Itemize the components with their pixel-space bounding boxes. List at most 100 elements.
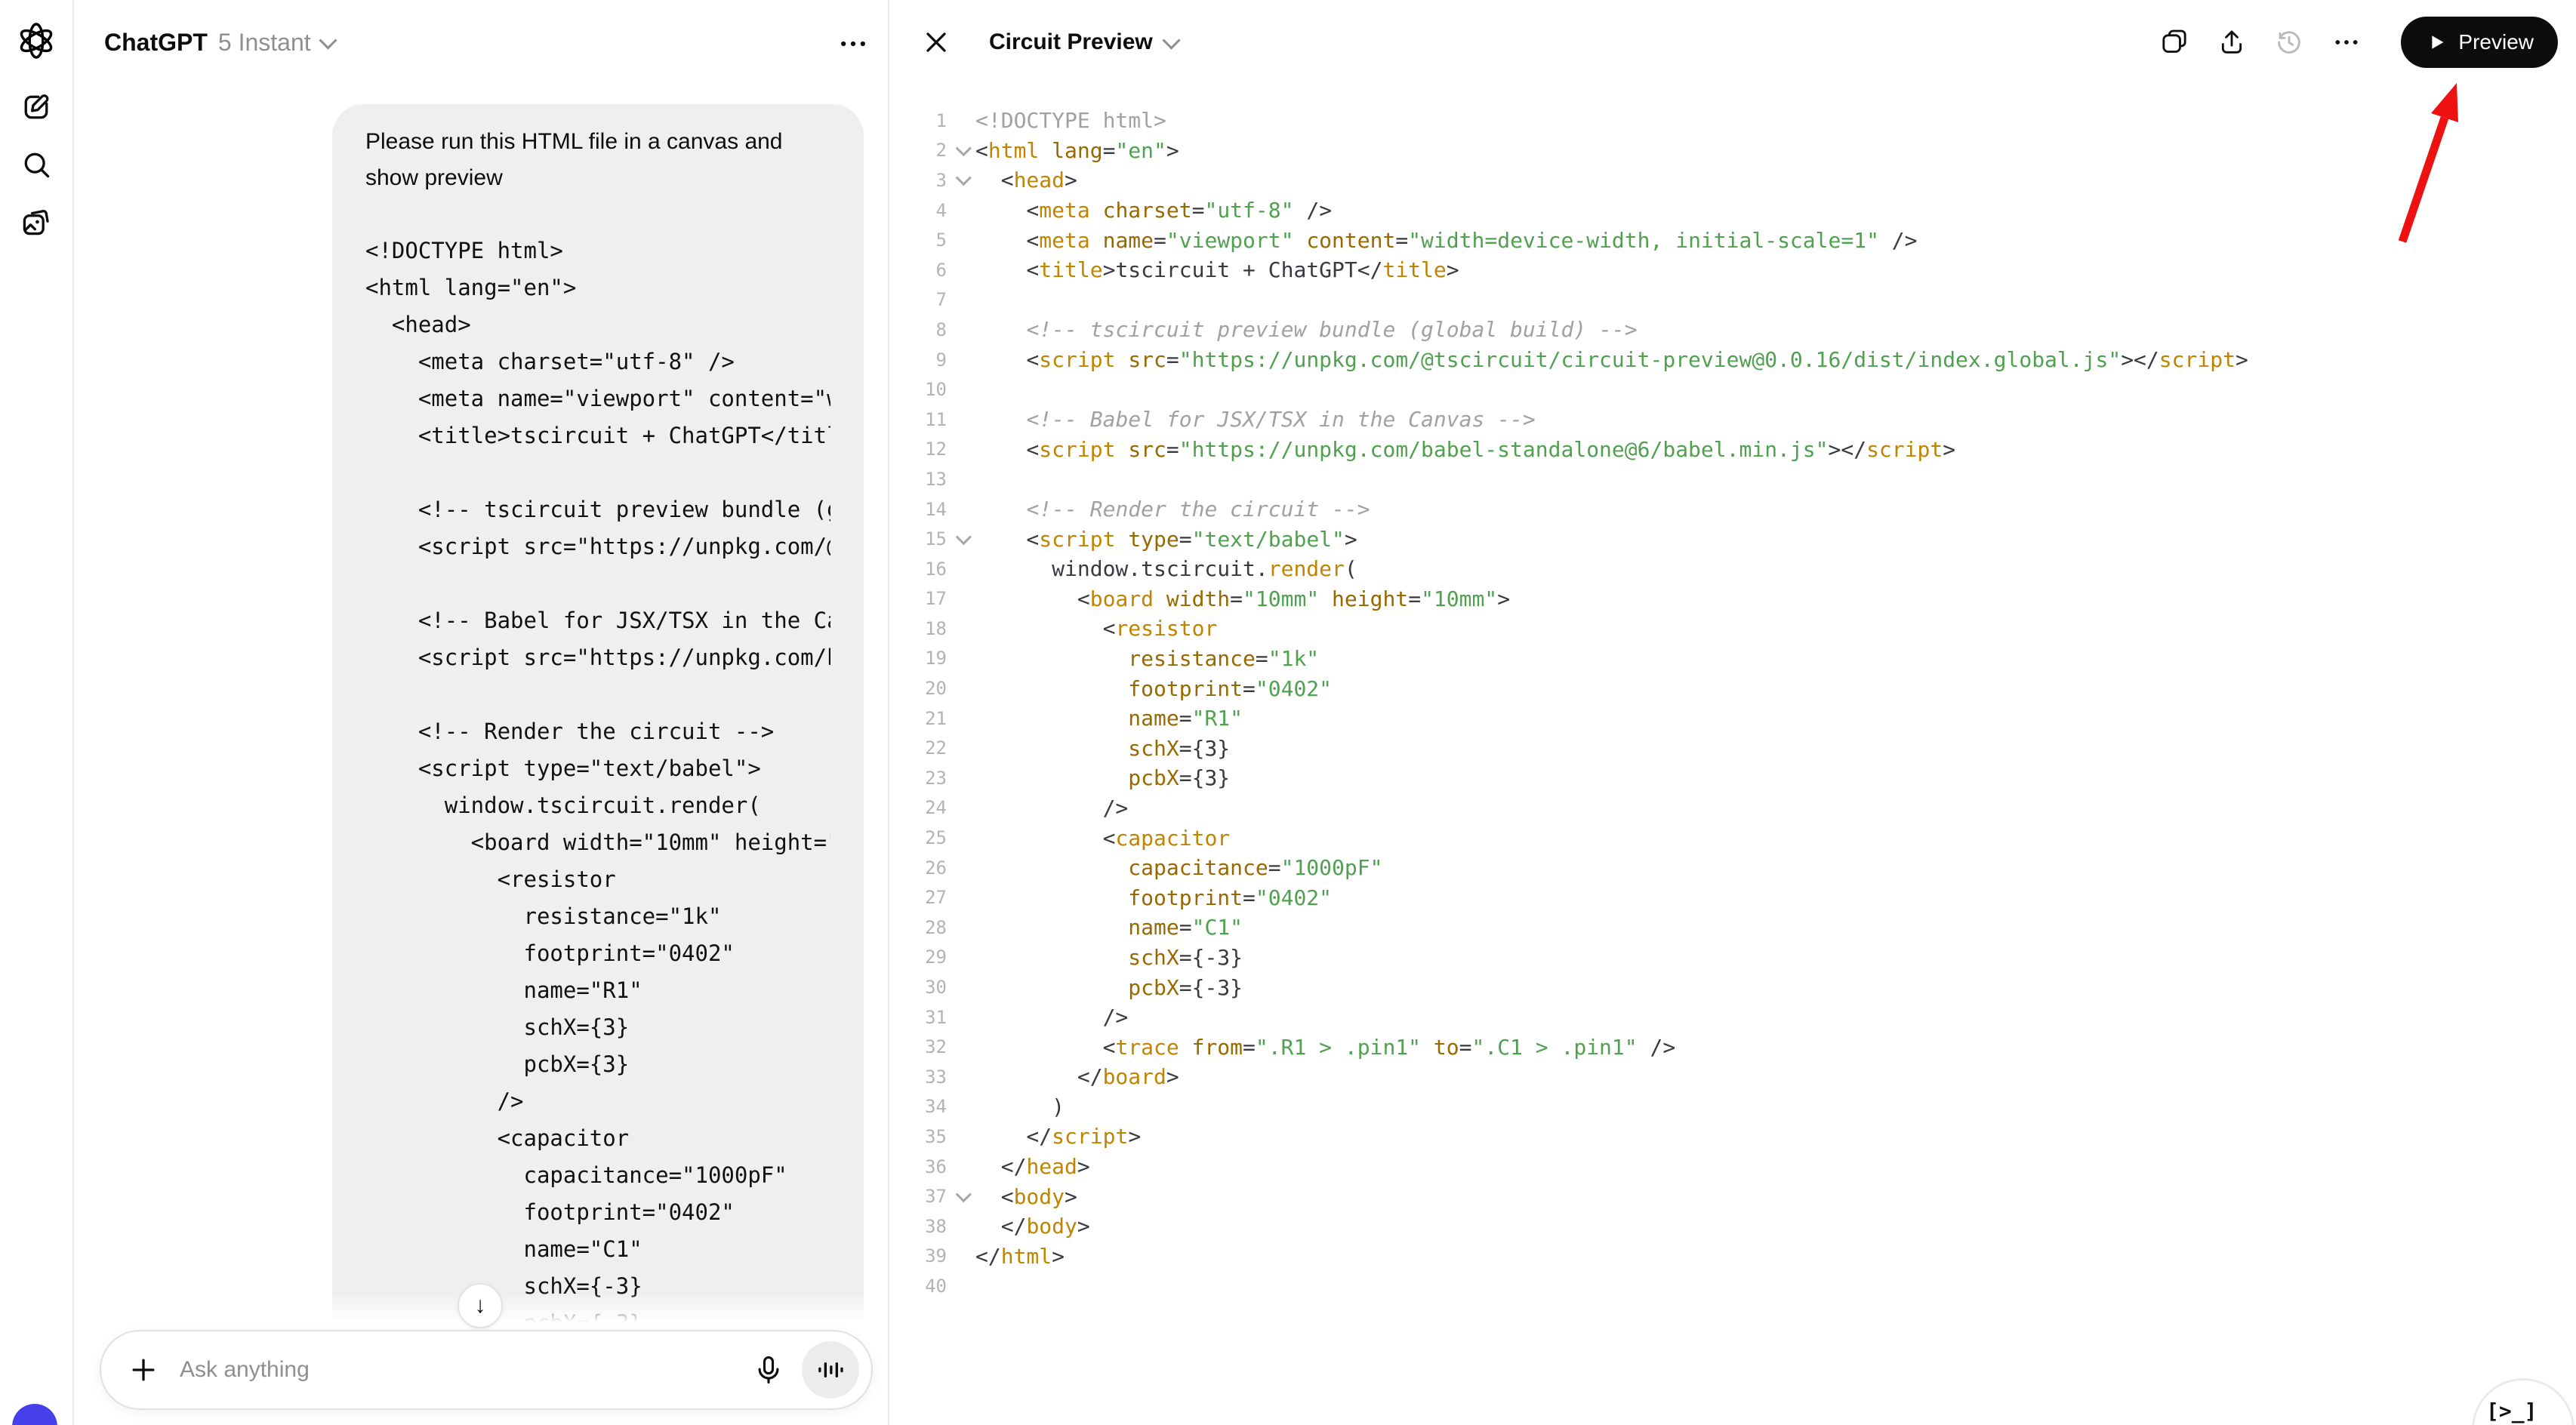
more-dots-icon xyxy=(837,27,870,60)
code-text: <head> xyxy=(975,168,1077,192)
line-number: 22 xyxy=(889,737,947,759)
canvas-title-dropdown[interactable]: Circuit Preview xyxy=(989,29,1178,55)
code-line[interactable]: 39</html> xyxy=(889,1242,2576,1272)
line-number: 23 xyxy=(889,768,947,789)
preview-button[interactable]: Preview xyxy=(2401,17,2558,68)
close-canvas-button[interactable] xyxy=(920,26,953,59)
code-line[interactable]: 40 xyxy=(889,1271,2576,1301)
canvas-more-button[interactable] xyxy=(2331,26,2365,59)
code-line[interactable]: 7 xyxy=(889,285,2576,315)
code-line[interactable]: 37 <body> xyxy=(889,1181,2576,1211)
fold-chevron-icon[interactable] xyxy=(947,534,975,545)
code-line[interactable]: 5 <meta name="viewport" content="width=d… xyxy=(889,225,2576,255)
code-line[interactable]: 6 <title>tscircuit + ChatGPT</title> xyxy=(889,255,2576,285)
code-line[interactable]: 29 schX={-3} xyxy=(889,943,2576,973)
code-line[interactable]: 4 <meta charset="utf-8" /> xyxy=(889,195,2576,226)
line-number: 21 xyxy=(889,708,947,729)
code-line[interactable]: 35 </script> xyxy=(889,1122,2576,1152)
code-line[interactable]: 12 <script src="https://unpkg.com/babel-… xyxy=(889,435,2576,465)
code-line[interactable]: 8 <!-- tscircuit preview bundle (global … xyxy=(889,315,2576,345)
new-chat-icon xyxy=(20,91,53,124)
code-line[interactable]: 16 window.tscircuit.render( xyxy=(889,554,2576,584)
code-line[interactable]: 34 ) xyxy=(889,1092,2576,1122)
attach-button[interactable] xyxy=(127,1353,160,1387)
code-line[interactable]: 14 <!-- Render the circuit --> xyxy=(889,494,2576,525)
code-text: footprint="0402" xyxy=(975,676,1332,701)
code-line[interactable]: 24 /> xyxy=(889,793,2576,823)
code-text: <script src="https://unpkg.com/@tscircui… xyxy=(975,347,2248,372)
code-line[interactable]: 20 footprint="0402" xyxy=(889,673,2576,703)
line-number: 14 xyxy=(889,499,947,520)
code-line[interactable]: 25 <capacitor xyxy=(889,823,2576,853)
code-text: <!-- Babel for JSX/TSX in the Canvas --> xyxy=(975,407,1536,432)
line-number: 30 xyxy=(889,977,947,998)
code-line[interactable]: 10 xyxy=(889,374,2576,405)
code-line[interactable]: 30 pcbX={-3} xyxy=(889,972,2576,1002)
code-line[interactable]: 18 <resistor xyxy=(889,614,2576,644)
fold-chevron-icon[interactable] xyxy=(947,1191,975,1202)
code-line[interactable]: 28 name="C1" xyxy=(889,913,2576,943)
search-button[interactable] xyxy=(20,148,53,181)
search-icon xyxy=(20,148,53,181)
code-line[interactable]: 23 pcbX={3} xyxy=(889,763,2576,793)
line-number: 6 xyxy=(889,260,947,281)
voice-waveform-icon xyxy=(815,1355,846,1385)
code-text: <title>tscircuit + ChatGPT</title> xyxy=(975,257,1459,282)
chat-more-button[interactable] xyxy=(837,27,870,60)
line-number: 31 xyxy=(889,1007,947,1028)
chevron-down-icon xyxy=(1162,31,1180,49)
code-line[interactable]: 17 <board width="10mm" height="10mm"> xyxy=(889,584,2576,614)
dictate-button[interactable] xyxy=(752,1353,785,1387)
more-dots-icon xyxy=(2331,27,2365,57)
code-line[interactable]: 36 </head> xyxy=(889,1152,2576,1182)
code-line[interactable]: 27 footprint="0402" xyxy=(889,882,2576,913)
line-number: 5 xyxy=(889,229,947,251)
code-line[interactable]: 1<!DOCTYPE html> xyxy=(889,106,2576,136)
code-line[interactable]: 38 </body> xyxy=(889,1211,2576,1242)
terminal-icon: [>_] xyxy=(2486,1399,2537,1423)
code-line[interactable]: 2 <html lang="en"> xyxy=(889,136,2576,166)
arrow-down-icon: ↓ xyxy=(475,1293,486,1319)
code-line[interactable]: 13 xyxy=(889,464,2576,494)
model-selector[interactable]: ChatGPT 5 Instant xyxy=(104,29,334,57)
code-text: <meta name="viewport" content="width=dev… xyxy=(975,228,1918,253)
code-line[interactable]: 21 name="R1" xyxy=(889,703,2576,734)
code-line[interactable]: 31 /> xyxy=(889,1002,2576,1033)
code-text: <board width="10mm" height="10mm"> xyxy=(975,586,1510,611)
fold-chevron-icon[interactable] xyxy=(947,174,975,186)
line-number: 39 xyxy=(889,1245,947,1266)
history-button[interactable] xyxy=(2274,26,2307,59)
chatgpt-app: ChatGPT 5 Instant Please run this HTML f… xyxy=(0,0,2576,1425)
code-line[interactable]: 3 <head> xyxy=(889,165,2576,195)
line-number: 15 xyxy=(889,528,947,549)
code-text: resistance="1k" xyxy=(975,646,1319,671)
code-line[interactable]: 19 resistance="1k" xyxy=(889,644,2576,674)
line-number: 2 xyxy=(889,140,947,161)
line-number: 36 xyxy=(889,1156,947,1177)
code-line[interactable]: 26 capacitance="1000pF" xyxy=(889,853,2576,883)
code-line[interactable]: 22 schX={3} xyxy=(889,733,2576,763)
voice-mode-button[interactable] xyxy=(802,1341,859,1399)
scroll-to-bottom-button[interactable]: ↓ xyxy=(458,1283,503,1328)
share-button[interactable] xyxy=(2217,26,2250,59)
app-title: ChatGPT xyxy=(104,29,208,57)
canvas-panel: Circuit Preview xyxy=(889,0,2576,1425)
code-text: pcbX={3} xyxy=(975,765,1230,790)
line-number: 9 xyxy=(889,349,947,371)
code-editor[interactable]: 1<!DOCTYPE html> 2 <html lang="en">3 <head… xyxy=(889,86,2576,1425)
code-line[interactable]: 11 <!-- Babel for JSX/TSX in the Canvas … xyxy=(889,405,2576,435)
code-line[interactable]: 15 <script type="text/babel"> xyxy=(889,524,2576,554)
code-line[interactable]: 9 <script src="https://unpkg.com/@tscirc… xyxy=(889,345,2576,375)
code-text: <html lang="en"> xyxy=(975,138,1179,163)
code-line[interactable]: 32 <trace from=".R1 > .pin1" to=".C1 > .… xyxy=(889,1032,2576,1062)
user-avatar[interactable] xyxy=(12,1404,57,1425)
code-line[interactable]: 33 </board> xyxy=(889,1062,2576,1092)
new-chat-button[interactable] xyxy=(20,91,53,124)
code-text: schX={-3} xyxy=(975,945,1243,970)
copy-button[interactable] xyxy=(2159,26,2192,59)
chat-input[interactable] xyxy=(177,1356,735,1384)
code-text: <resistor xyxy=(975,616,1217,641)
fold-chevron-icon[interactable] xyxy=(947,145,975,156)
library-button[interactable] xyxy=(20,205,53,239)
line-number: 19 xyxy=(889,648,947,669)
